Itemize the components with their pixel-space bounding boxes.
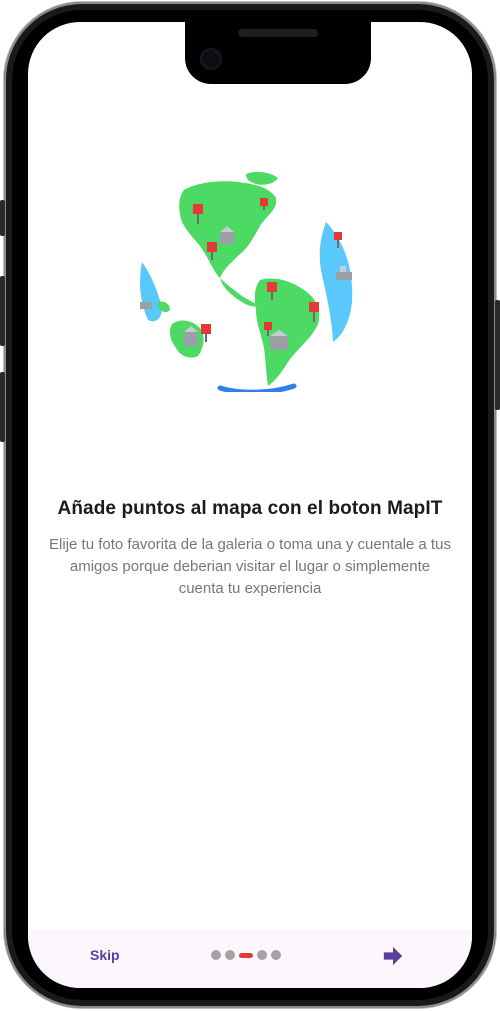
page-dot[interactable] (257, 950, 267, 960)
power-button (495, 300, 500, 410)
app-screen: Añade puntos al mapa con el boton MapIT … (28, 22, 472, 988)
globe-base-arc (217, 383, 297, 392)
onboarding-navigation-bar: Skip (28, 930, 472, 988)
front-camera (200, 48, 222, 70)
page-dot[interactable] (271, 950, 281, 960)
page-dot[interactable] (211, 950, 221, 960)
greenland-land (246, 171, 278, 185)
ship-icon (140, 302, 152, 309)
globe-illustration (140, 171, 353, 392)
south-america-land (254, 278, 320, 386)
page-indicator (211, 950, 281, 960)
volume-down-button (0, 372, 5, 442)
page-dot[interactable] (225, 950, 235, 960)
volume-up-button (0, 276, 5, 346)
mute-switch (0, 200, 5, 236)
arrow-right-icon[interactable] (382, 945, 404, 967)
skip-button[interactable]: Skip (90, 947, 120, 963)
onboarding-title: Añade puntos al mapa con el boton MapIT (57, 498, 443, 519)
onboarding-description: Elije tu foto favorita de la galeria o t… (49, 536, 451, 597)
page-dot-active[interactable] (239, 952, 253, 958)
ocean-shape-left (140, 262, 162, 322)
speaker-grille (238, 29, 318, 37)
central-america-land (220, 278, 258, 307)
